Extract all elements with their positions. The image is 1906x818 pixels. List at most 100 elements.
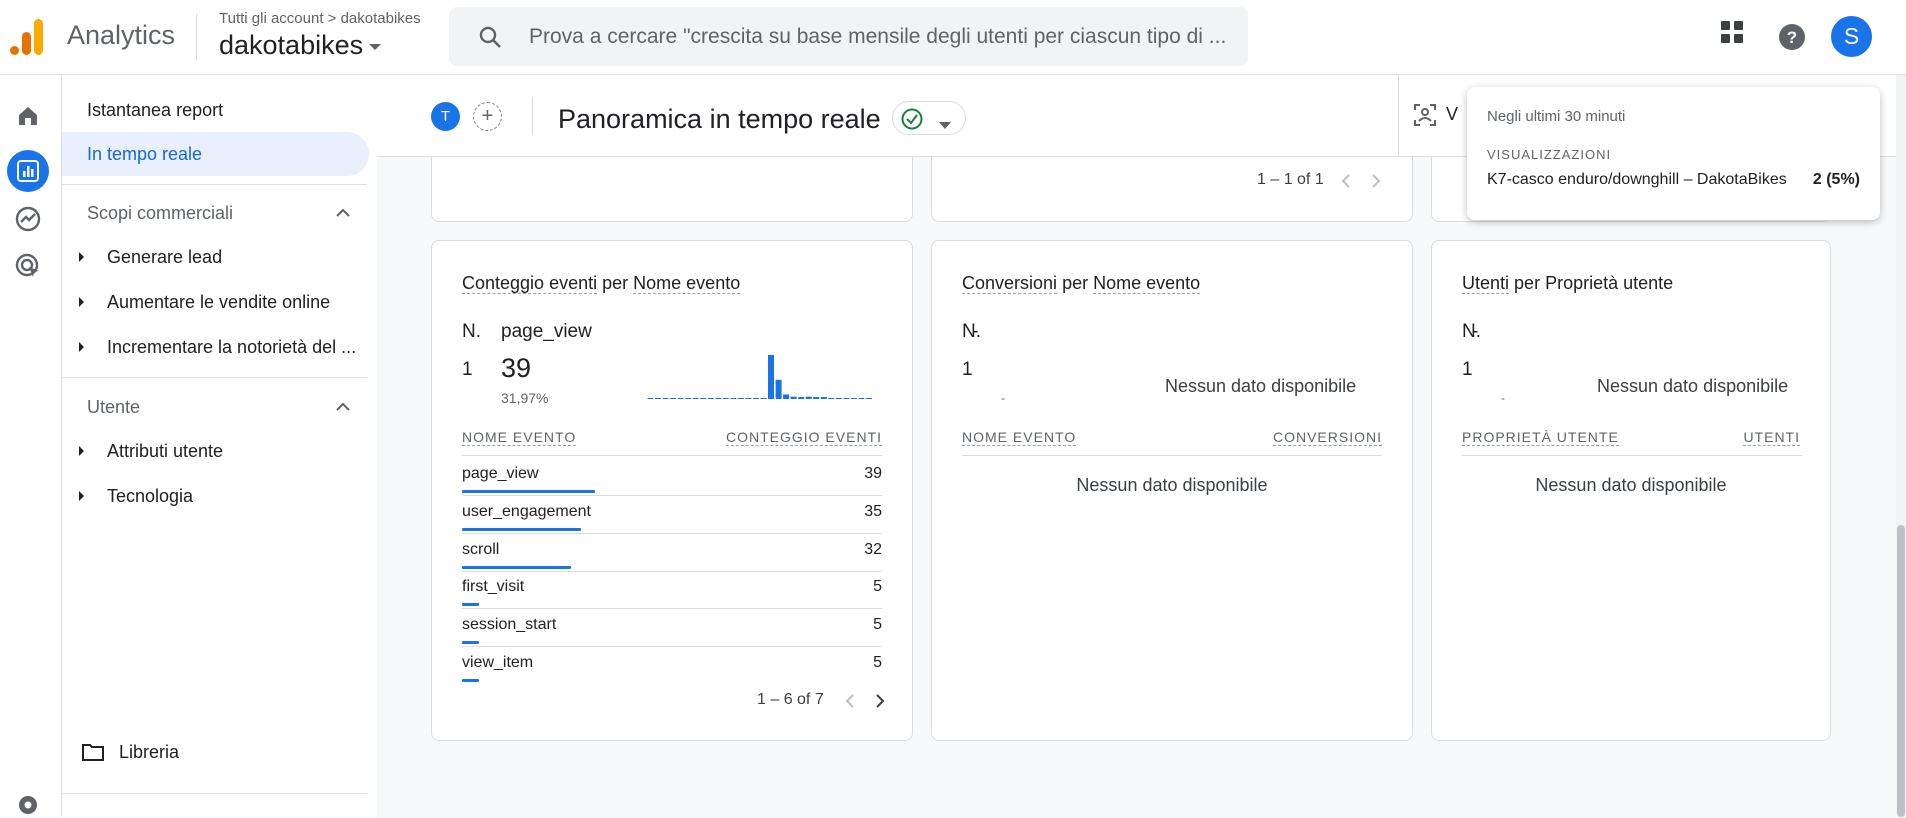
comparison-chip[interactable]: T: [431, 102, 460, 131]
event-row-bar: [462, 527, 581, 531]
sparkline-bar[interactable]: [685, 398, 692, 399]
account-breadcrumb[interactable]: Tutti gli account > dakotabikes: [219, 10, 421, 27]
tooltip-heading: Negli ultimi 30 minuti: [1487, 108, 1626, 125]
column-header-users[interactable]: UTENTI: [1743, 429, 1800, 446]
analytics-logo[interactable]: [10, 19, 44, 55]
sparkline-bar[interactable]: [760, 398, 767, 399]
sparkline-bar[interactable]: [722, 398, 729, 399]
title-per: per: [1514, 273, 1541, 293]
table-row-divider: [462, 646, 882, 648]
metric-selector[interactable]: Conteggio eventi: [462, 273, 598, 294]
data-status-dropdown[interactable]: [892, 101, 966, 135]
property-selector[interactable]: dakotabikes: [219, 30, 382, 61]
chevron-right-icon[interactable]: [875, 694, 885, 713]
apps-grid-icon[interactable]: [1720, 20, 1744, 49]
sparkline-bar[interactable]: [843, 398, 850, 399]
sparkline-bar[interactable]: [768, 355, 774, 399]
search-input[interactable]: [529, 7, 1229, 66]
sparkline-bar[interactable]: [647, 398, 654, 399]
sidebar-section-user[interactable]: Utente: [87, 397, 140, 418]
expand-arrow-icon[interactable]: [79, 446, 84, 456]
reports-nav-icon[interactable]: [7, 150, 49, 192]
card-title: Utenti per Proprietà utente: [1462, 273, 1673, 294]
chevron-up-icon[interactable]: [335, 400, 351, 419]
settings-gear-icon[interactable]: [7, 793, 49, 817]
sparkline-bar[interactable]: [790, 396, 797, 399]
sparkline-bar[interactable]: [820, 397, 827, 399]
sparkline-bar[interactable]: [670, 398, 677, 399]
column-header-event-count[interactable]: CONTEGGIO EVENTI: [725, 429, 882, 446]
add-comparison-button[interactable]: +: [473, 102, 502, 131]
expand-arrow-icon[interactable]: [79, 297, 84, 307]
chevron-left-icon[interactable]: [845, 694, 855, 713]
dimension-selector[interactable]: Proprietà utente: [1545, 273, 1673, 293]
event-row-value: 39: [864, 465, 882, 482]
dimension-selector[interactable]: Nome evento: [1093, 273, 1201, 294]
sparkline-bar[interactable]: [730, 398, 737, 399]
explore-nav-icon[interactable]: [7, 198, 49, 240]
sidebar-item-library[interactable]: Libreria: [119, 742, 179, 763]
sidebar-item-sales[interactable]: Aumentare le vendite online: [107, 292, 330, 313]
dimension-selector[interactable]: Nome evento: [633, 273, 741, 294]
home-nav-icon[interactable]: [7, 95, 49, 137]
advertising-nav-icon[interactable]: [7, 245, 49, 287]
tooltip-value: 2 (5%): [1812, 171, 1860, 188]
title-per: per: [602, 273, 629, 293]
metric-selector[interactable]: Conversioni: [962, 273, 1058, 294]
column-header-event-name[interactable]: NOME EVENTO: [962, 429, 1077, 446]
sparkline-bar[interactable]: [835, 398, 842, 399]
sidebar-item-snapshot[interactable]: Istantanea report: [62, 88, 369, 132]
sparkline-bar[interactable]: [858, 398, 865, 399]
top-event-name: page_view: [501, 321, 592, 342]
page-scrollbar[interactable]: [1896, 75, 1906, 817]
sparkline-bar[interactable]: [662, 398, 669, 399]
sparkline-bar[interactable]: [828, 398, 835, 399]
chevron-left-icon[interactable]: [1341, 174, 1351, 193]
expand-arrow-icon[interactable]: [79, 491, 84, 501]
sparkline-bar[interactable]: [715, 398, 722, 399]
view-user-snapshot-icon[interactable]: [1413, 103, 1437, 132]
sparkline-bar[interactable]: [700, 398, 707, 399]
sparkline-bar[interactable]: [850, 398, 857, 399]
sparkline-bar[interactable]: [745, 398, 752, 399]
event-row-bar: [462, 490, 595, 493]
sparkline-bar[interactable]: [737, 398, 744, 399]
sparkline-no-data: Nessun dato disponibile: [1597, 376, 1789, 396]
column-header-user-property[interactable]: PROPRIETÀ UTENTE: [1462, 429, 1619, 446]
sparkline-bar[interactable]: [866, 398, 872, 399]
table-divider: [462, 455, 882, 456]
expand-arrow-icon[interactable]: [79, 342, 84, 352]
sparkline-bar[interactable]: [798, 397, 805, 399]
sidebar-item-leads[interactable]: Generare lead: [107, 247, 222, 268]
sparkline-bar[interactable]: [813, 397, 820, 399]
sidebar-item-technology[interactable]: Tecnologia: [107, 486, 193, 507]
help-icon[interactable]: ?: [1778, 23, 1806, 56]
account-avatar[interactable]: S: [1831, 16, 1872, 57]
event-row-value: 5: [873, 616, 882, 634]
chevron-up-icon[interactable]: [335, 206, 351, 225]
sparkline-bar[interactable]: [707, 398, 714, 399]
property-name: dakotabikes: [219, 30, 364, 60]
sidebar-item-realtime[interactable]: In tempo reale: [62, 132, 369, 176]
sparkline-bar[interactable]: [783, 394, 790, 400]
rank-number: 1: [462, 359, 473, 380]
expand-arrow-icon[interactable]: [79, 252, 84, 262]
sidebar-section-business[interactable]: Scopi commerciali: [87, 203, 233, 224]
view-snapshot-label[interactable]: V: [1446, 104, 1458, 125]
sidebar-item-awareness[interactable]: Incrementare la notorietà del ...: [107, 337, 356, 358]
sparkline-bar[interactable]: [753, 398, 759, 399]
sparkline-bar[interactable]: [692, 398, 699, 399]
scrollbar-thumb[interactable]: [1897, 525, 1905, 817]
column-header-event-name[interactable]: NOME EVENTO: [462, 429, 577, 446]
top-item-name: -: [972, 321, 979, 342]
sparkline-bar[interactable]: [805, 396, 812, 399]
column-header-conversions[interactable]: CONVERSIONI: [1272, 429, 1382, 446]
search-bar[interactable]: [449, 7, 1248, 66]
event-row-value: 32: [864, 540, 882, 558]
sidebar-item-user-attributes[interactable]: Attributi utente: [107, 441, 223, 462]
sparkline-bar[interactable]: [775, 379, 782, 399]
sparkline-bar[interactable]: [677, 398, 684, 399]
metric-selector[interactable]: Utenti: [1462, 273, 1510, 294]
sparkline-bar[interactable]: [655, 398, 661, 399]
chevron-right-icon[interactable]: [1371, 174, 1381, 193]
